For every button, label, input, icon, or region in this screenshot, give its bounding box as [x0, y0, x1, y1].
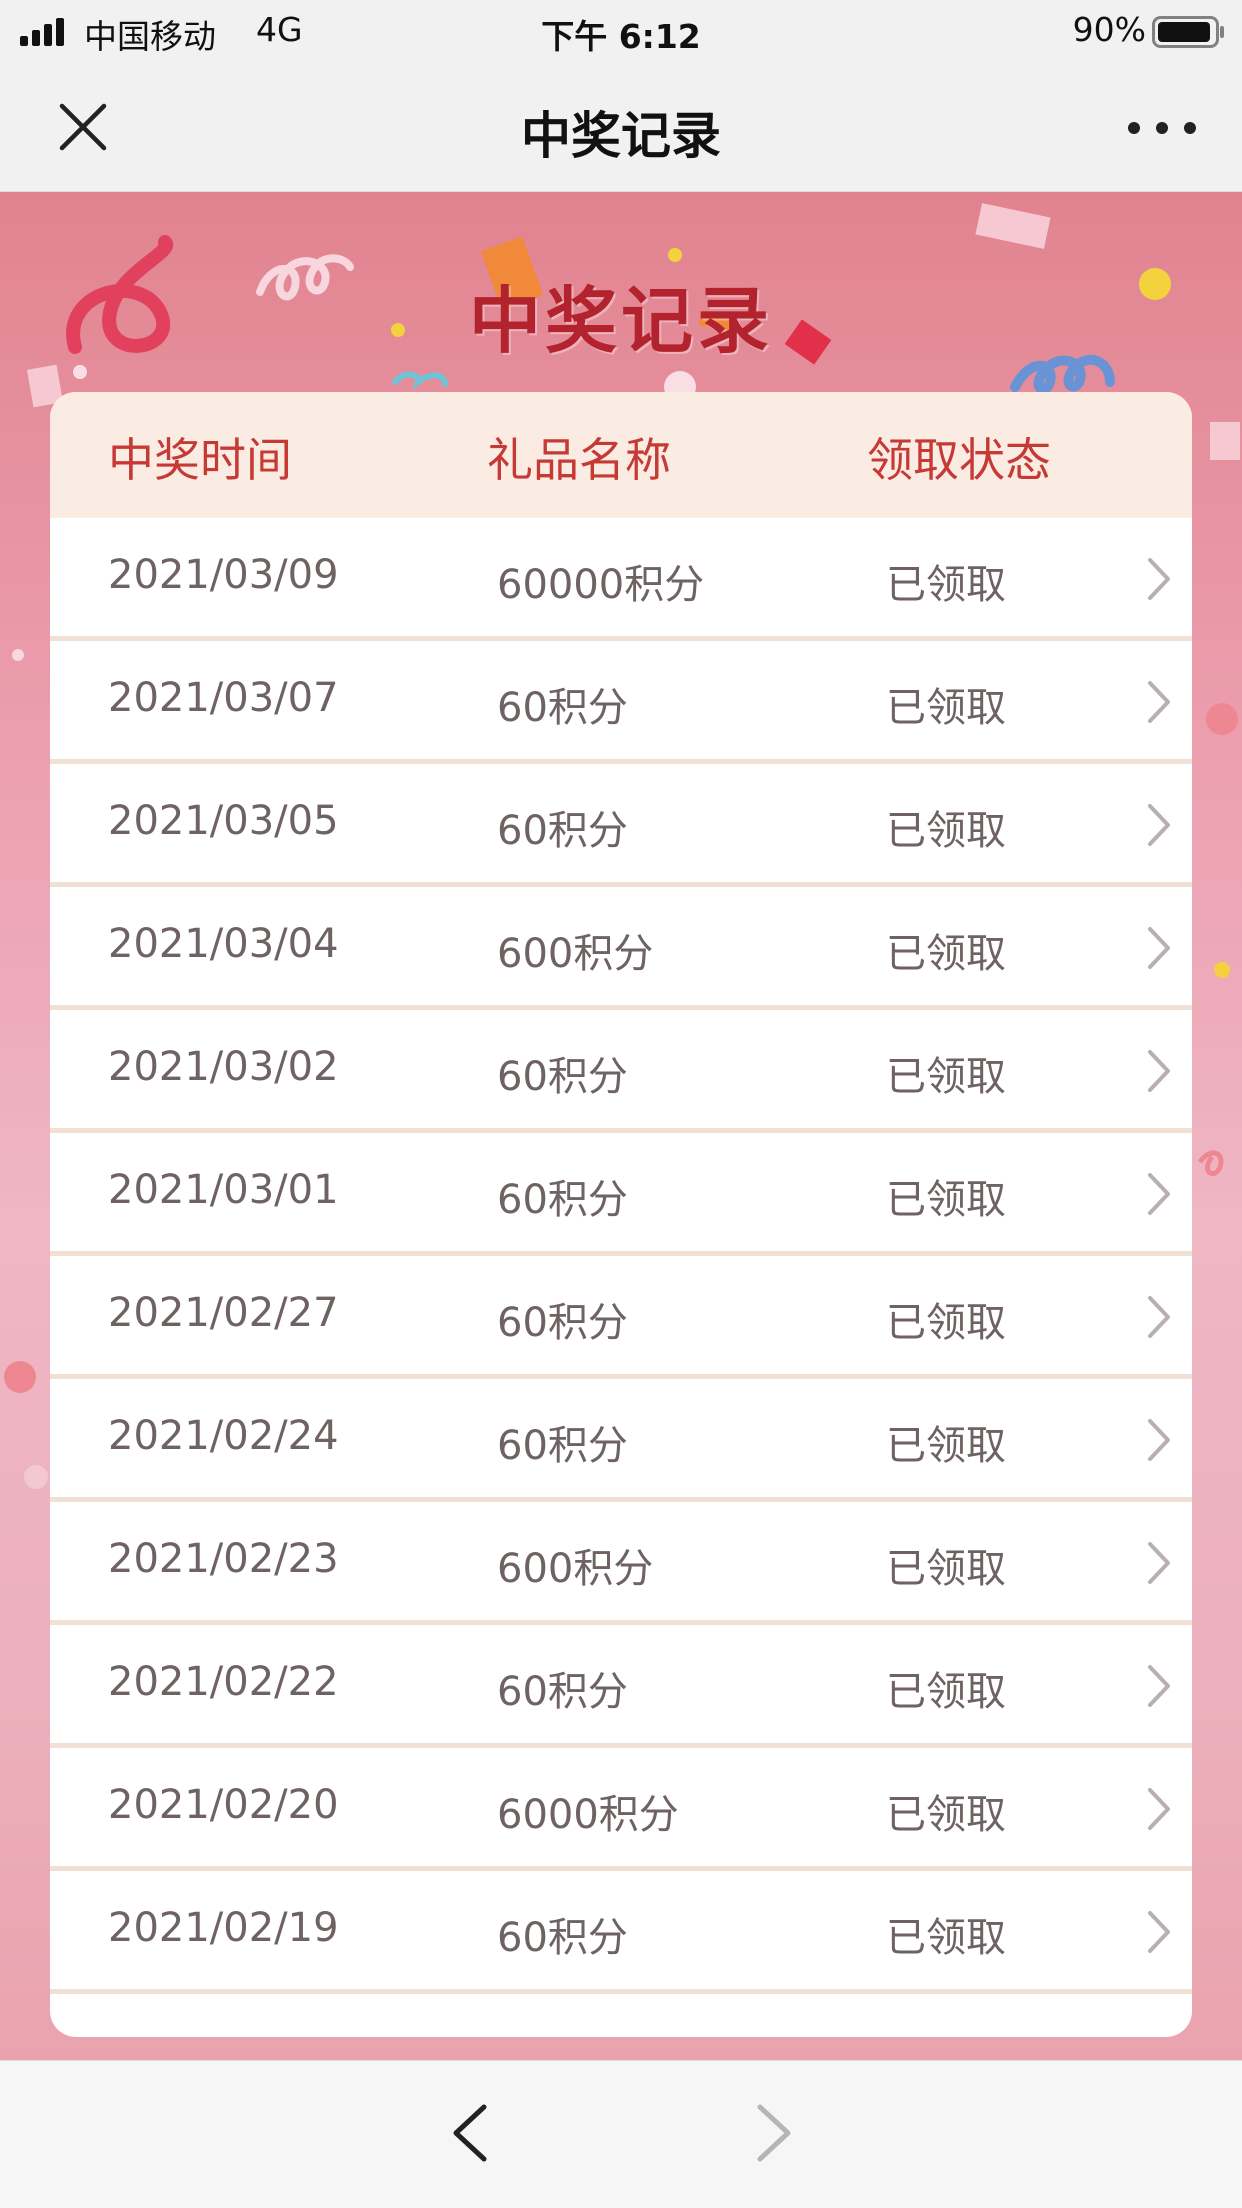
- table-row[interactable]: 2021/03/09 60000积分 已领取: [50, 518, 1192, 641]
- banner-title: 中奖记录: [468, 279, 773, 363]
- table-row[interactable]: 2021/02/19 60积分 已领取: [50, 1871, 1192, 1994]
- nav-bar: 中奖记录: [0, 62, 1242, 192]
- row-date: 2021/02/22: [108, 1659, 339, 1705]
- row-date: 2021/03/05: [108, 798, 339, 844]
- row-gift: 60积分: [497, 1915, 628, 1961]
- row-status: 已领取: [886, 1915, 1006, 1961]
- row-gift: 60积分: [497, 1669, 628, 1715]
- row-date: 2021/03/07: [108, 675, 339, 721]
- chevron-right-icon: [1148, 1419, 1170, 1461]
- main-content: 中奖记录 中奖时间 礼品名称 领取状态 2021/03/09 60000积分 已领取…: [0, 192, 1242, 2060]
- row-gift: 60积分: [497, 1300, 628, 1346]
- chevron-right-icon: [1148, 927, 1170, 969]
- table-row[interactable]: 2021/02/24 60积分 已领取: [50, 1379, 1192, 1502]
- table-body: 2021/03/09 60000积分 已领取 2021/03/07 60积分 已领取 202…: [50, 518, 1192, 1994]
- more-icon[interactable]: [1122, 116, 1202, 140]
- row-status: 已领取: [886, 1546, 1006, 1592]
- battery-percent: 90%: [1072, 10, 1146, 49]
- row-gift: 6000积分: [497, 1792, 679, 1838]
- row-status: 已领取: [886, 685, 1006, 731]
- table-row[interactable]: 2021/03/07 60积分 已领取: [50, 641, 1192, 764]
- chevron-right-icon: [1148, 1173, 1170, 1215]
- status-bar: 中国移动 4G 下午 6:12 90%: [0, 0, 1242, 62]
- row-date: 2021/03/01: [108, 1167, 339, 1213]
- clock: 下午 6:12: [541, 17, 701, 56]
- table-row[interactable]: 2021/03/01 60积分 已领取: [50, 1133, 1192, 1256]
- column-header-status: 领取状态: [867, 433, 1051, 487]
- table-row[interactable]: 2021/02/22 60积分 已领取: [50, 1625, 1192, 1748]
- row-gift: 600积分: [497, 931, 654, 977]
- row-gift: 600积分: [497, 1546, 654, 1592]
- table-header: 中奖时间 礼品名称 领取状态: [50, 392, 1192, 518]
- row-status: 已领取: [886, 1792, 1006, 1838]
- chevron-right-icon: [1148, 1050, 1170, 1092]
- row-gift: 60积分: [497, 685, 628, 731]
- chevron-right-icon: [1148, 804, 1170, 846]
- row-date: 2021/02/20: [108, 1782, 339, 1828]
- chevron-left-icon[interactable]: [448, 2101, 492, 2165]
- row-status: 已领取: [886, 808, 1006, 854]
- chevron-right-icon: [1148, 1665, 1170, 1707]
- column-header-gift: 礼品名称: [487, 433, 671, 487]
- row-status: 已领取: [886, 1423, 1006, 1469]
- column-header-time: 中奖时间: [108, 433, 292, 487]
- table-row[interactable]: 2021/02/23 600积分 已领取: [50, 1502, 1192, 1625]
- row-date: 2021/02/24: [108, 1413, 339, 1459]
- chevron-right-icon: [1148, 1911, 1170, 1953]
- row-date: 2021/02/23: [108, 1536, 339, 1582]
- row-status: 已领取: [886, 1669, 1006, 1715]
- table-row[interactable]: 2021/03/05 60积分 已领取: [50, 764, 1192, 887]
- row-gift: 60积分: [497, 1423, 628, 1469]
- row-gift: 60积分: [497, 808, 628, 854]
- chevron-right-icon: [1148, 681, 1170, 723]
- row-status: 已领取: [886, 562, 1006, 608]
- chevron-right-icon: [1148, 1296, 1170, 1338]
- row-date: 2021/02/19: [108, 1905, 339, 1951]
- table-row[interactable]: 2021/03/02 60积分 已领取: [50, 1010, 1192, 1133]
- row-gift: 60积分: [497, 1054, 628, 1100]
- row-date: 2021/03/09: [108, 552, 339, 598]
- row-gift: 60积分: [497, 1177, 628, 1223]
- table-row[interactable]: 2021/02/20 6000积分 已领取: [50, 1748, 1192, 1871]
- chevron-right-icon: [1148, 558, 1170, 600]
- chevron-right-icon[interactable]: [752, 2101, 796, 2165]
- table-row[interactable]: 2021/02/27 60积分 已领取: [50, 1256, 1192, 1379]
- row-status: 已领取: [886, 1300, 1006, 1346]
- chevron-right-icon: [1148, 1788, 1170, 1830]
- row-date: 2021/03/02: [108, 1044, 339, 1090]
- row-date: 2021/03/04: [108, 921, 339, 967]
- chevron-right-icon: [1148, 1542, 1170, 1584]
- table-row[interactable]: 2021/03/04 600积分 已领取: [50, 887, 1192, 1010]
- row-status: 已领取: [886, 1054, 1006, 1100]
- row-status: 已领取: [886, 1177, 1006, 1223]
- battery-icon: [1152, 16, 1224, 48]
- prize-records-table: 中奖时间 礼品名称 领取状态 2021/03/09 60000积分 已领取 2021/…: [50, 392, 1192, 2037]
- page-title: 中奖记录: [521, 107, 721, 165]
- row-date: 2021/02/27: [108, 1290, 339, 1336]
- row-status: 已领取: [886, 931, 1006, 977]
- row-gift: 60000积分: [497, 562, 705, 608]
- browser-toolbar: [0, 2060, 1242, 2208]
